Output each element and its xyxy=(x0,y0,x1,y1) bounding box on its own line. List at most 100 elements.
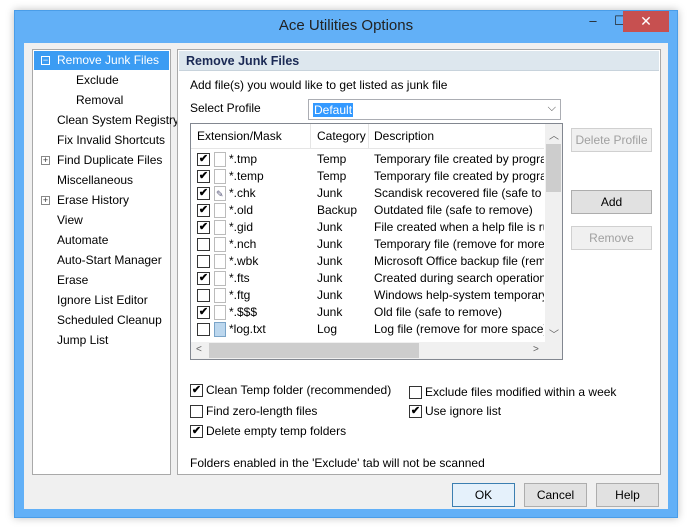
row-checkbox[interactable]: ✔ xyxy=(197,204,210,217)
list-row[interactable]: *.wbk Junk Microsoft Office backup file (r… xyxy=(191,253,544,270)
sidebar-item[interactable]: Miscellaneous xyxy=(34,171,169,190)
column-separator[interactable] xyxy=(368,124,369,149)
sidebar-item[interactable]: Clean System Registry xyxy=(34,111,179,130)
expand-icon[interactable]: + xyxy=(41,196,50,205)
sidebar-item[interactable]: + Find Duplicate Files xyxy=(34,151,169,170)
cell-category: Junk xyxy=(317,254,343,268)
junk-file-list[interactable]: Extension/Mask Category Description ✔ *.t… xyxy=(190,123,563,360)
cell-mask: *.nch xyxy=(229,237,257,251)
row-checkbox[interactable]: ✔ xyxy=(197,306,210,319)
sidebar-item-label: Scheduled Cleanup xyxy=(57,313,162,327)
clean-temp-label: Clean Temp folder (recommended) xyxy=(206,383,392,397)
cell-description: Microsoft Office backup file (remove xyxy=(374,254,544,268)
sidebar-item[interactable]: Jump List xyxy=(34,331,169,350)
list-row[interactable]: *.ftg Junk Windows help-system temporary f… xyxy=(191,287,544,304)
checkbox[interactable]: ✔ xyxy=(190,384,203,397)
sidebar-item[interactable]: Removal xyxy=(34,91,169,110)
scroll-thumb[interactable] xyxy=(209,343,419,358)
row-checkbox[interactable] xyxy=(197,238,210,251)
remove-button[interactable]: Remove xyxy=(571,226,652,250)
find-zero-length-checkbox[interactable]: Find zero-length files xyxy=(190,404,317,419)
checkbox[interactable] xyxy=(190,405,203,418)
list-row[interactable]: ✔ *.fts Junk Created during search operatio… xyxy=(191,270,544,287)
scroll-left-icon[interactable]: < xyxy=(196,344,202,355)
cancel-button[interactable]: Cancel xyxy=(524,483,587,507)
cell-description: Old file (safe to remove) xyxy=(374,305,503,319)
cell-mask: *.ftg xyxy=(229,288,251,302)
clean-temp-checkbox[interactable]: ✔ Clean Temp folder (recommended) xyxy=(190,383,391,398)
sidebar-item-label: Jump List xyxy=(57,333,109,347)
panel-header: Remove Junk Files xyxy=(179,51,659,71)
cell-mask: *log.txt xyxy=(229,322,266,336)
sidebar-item[interactable]: − Remove Junk Files xyxy=(34,51,169,70)
file-icon xyxy=(214,152,226,167)
cell-mask: *.$$$ xyxy=(229,305,258,319)
sidebar-item[interactable]: Scheduled Cleanup xyxy=(34,311,169,330)
checkbox[interactable]: ✔ xyxy=(409,405,422,418)
row-checkbox[interactable] xyxy=(197,289,210,302)
column-header-description[interactable]: Description xyxy=(374,129,434,149)
sidebar-item[interactable]: Erase xyxy=(34,271,169,290)
list-row[interactable]: ✔ *.gid Junk File created when a help file … xyxy=(191,219,544,236)
expand-icon[interactable]: + xyxy=(41,156,50,165)
use-ignore-list-checkbox[interactable]: ✔ Use ignore list xyxy=(409,404,501,419)
row-checkbox[interactable]: ✔ xyxy=(197,153,210,166)
checkbox[interactable] xyxy=(409,386,422,399)
sidebar-item[interactable]: Exclude xyxy=(34,71,169,90)
close-button[interactable]: ✕ xyxy=(623,11,669,32)
cell-mask: *.chk xyxy=(229,186,256,200)
window-title: Ace Utilities Options xyxy=(278,17,414,34)
chk-file-icon xyxy=(214,186,226,203)
delete-profile-button[interactable]: Delete Profile xyxy=(571,128,652,152)
list-row[interactable]: ✔ *.old Backup Outdated file (safe to remov… xyxy=(191,202,544,219)
sidebar-tree: − Remove Junk Files Exclude Removal Clean Sy… xyxy=(32,49,179,475)
list-row[interactable]: *log.txt Log Log file (remove for more spa… xyxy=(191,321,544,338)
column-separator[interactable] xyxy=(310,124,311,149)
exclude-week-checkbox[interactable]: Exclude files modified within a week xyxy=(409,385,616,400)
row-checkbox[interactable] xyxy=(197,255,210,268)
help-button[interactable]: Help xyxy=(596,483,659,507)
list-row[interactable]: ✔ *.$$$ Junk Old file (safe to remove) xyxy=(191,304,544,321)
sidebar-item[interactable]: Ignore List Editor xyxy=(34,291,169,310)
sidebar-item-label: Auto-Start Manager xyxy=(57,253,162,267)
cell-description: Outdated file (safe to remove) xyxy=(374,203,533,217)
collapse-icon[interactable]: − xyxy=(41,56,50,65)
list-row[interactable]: ✔ *.tmp Temp Temporary file created by prog… xyxy=(191,151,544,168)
cell-description: Temporary file created by programs xyxy=(374,169,544,183)
row-checkbox[interactable]: ✔ xyxy=(197,170,210,183)
list-row[interactable]: *.nch Junk Temporary file (remove for more… xyxy=(191,236,544,253)
cell-mask: *.tmp xyxy=(229,152,258,166)
cell-description: Temporary file (remove for more space) xyxy=(374,237,544,251)
profile-value: Default xyxy=(313,103,354,117)
delete-empty-folders-label: Delete empty temp folders xyxy=(206,424,347,438)
minimize-button[interactable]: – xyxy=(580,11,606,32)
sidebar-item[interactable]: Fix Invalid Shortcuts xyxy=(34,131,169,150)
sidebar-item[interactable]: + Erase History xyxy=(34,191,169,210)
sidebar-item-label: Ignore List Editor xyxy=(57,293,148,307)
scroll-thumb[interactable] xyxy=(546,144,561,192)
column-header-category[interactable]: Category xyxy=(317,129,366,149)
cell-category: Junk xyxy=(317,237,343,251)
cell-description: Windows help-system temporary file xyxy=(374,288,544,302)
column-header-mask[interactable]: Extension/Mask xyxy=(197,129,282,149)
scroll-right-icon[interactable]: > xyxy=(533,344,539,355)
list-row[interactable]: ✔ *.temp Temp Temporary file created by pro… xyxy=(191,168,544,185)
add-button[interactable]: Add xyxy=(571,190,652,214)
list-row[interactable]: ✔ *.chk Junk Scandisk recovered file (safe … xyxy=(191,185,544,203)
file-icon xyxy=(214,237,226,252)
horizontal-scrollbar[interactable]: < > xyxy=(191,342,562,359)
row-checkbox[interactable] xyxy=(197,323,210,336)
sidebar-item[interactable]: View xyxy=(34,211,169,230)
scroll-down-icon[interactable]: ﹀ xyxy=(549,326,559,341)
row-checkbox[interactable]: ✔ xyxy=(197,187,210,200)
checkbox[interactable]: ✔ xyxy=(190,425,203,438)
profile-dropdown[interactable]: Default ⌵ xyxy=(308,99,561,120)
ok-button[interactable]: OK xyxy=(452,483,515,507)
delete-empty-folders-checkbox[interactable]: ✔ Delete empty temp folders xyxy=(190,424,346,439)
sidebar-item[interactable]: Automate xyxy=(34,231,169,250)
row-checkbox[interactable]: ✔ xyxy=(197,221,210,234)
sidebar-item[interactable]: Auto-Start Manager xyxy=(34,251,169,270)
scroll-up-icon[interactable]: ︿ xyxy=(549,127,559,142)
row-checkbox[interactable]: ✔ xyxy=(197,272,210,285)
vertical-scrollbar[interactable]: ︿ ﹀ xyxy=(545,124,562,342)
